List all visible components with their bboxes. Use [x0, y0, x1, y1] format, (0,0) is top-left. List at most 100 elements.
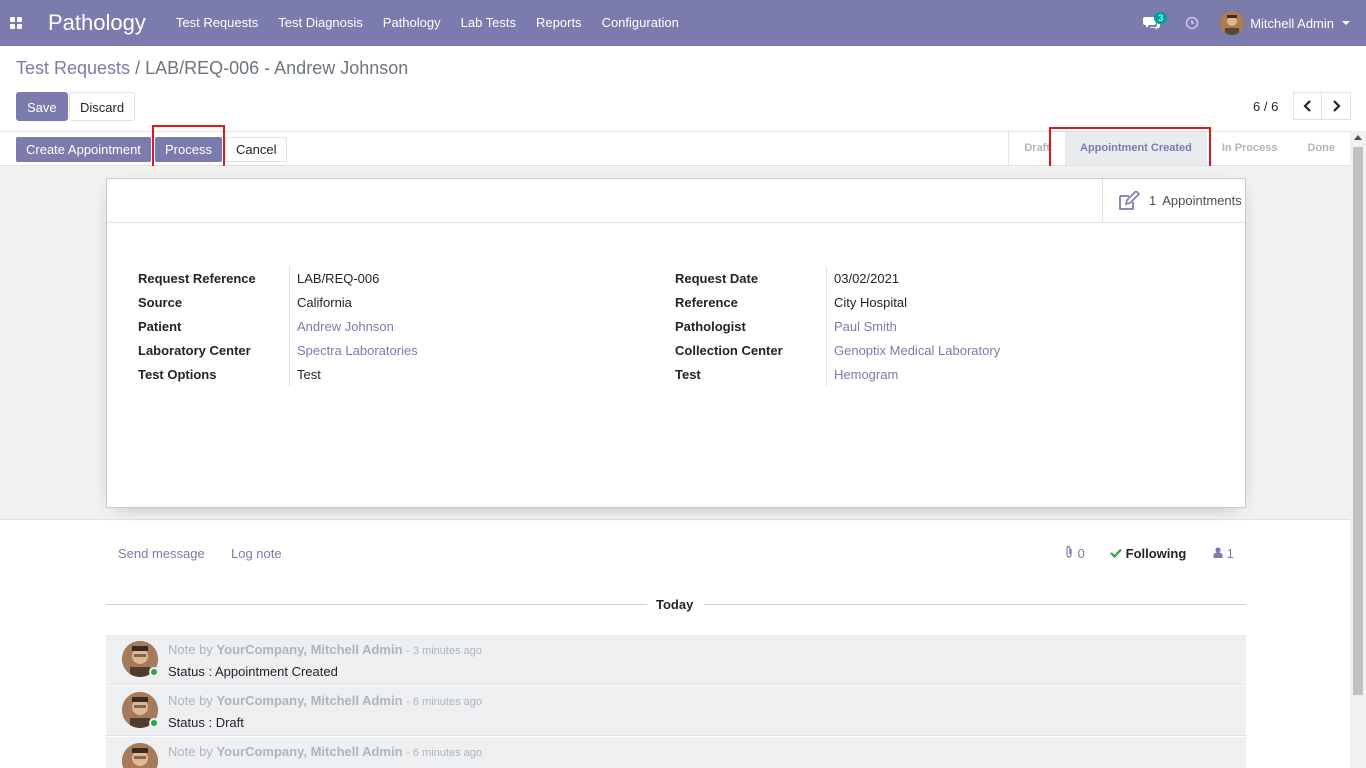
menu-test-requests[interactable]: Test Requests [166, 0, 268, 46]
fields-left: Request Reference LAB/REQ-006 Source Califo… [138, 266, 658, 386]
pager-value: 6 / 6 [1253, 99, 1279, 114]
field-label: Laboratory Center [138, 342, 251, 358]
date-separator-line-left [106, 604, 647, 605]
caret-down-icon [1342, 21, 1350, 25]
date-separator: Today [106, 595, 1246, 615]
followers-button[interactable]: 1 [1213, 546, 1234, 561]
breadcrumb: Test Requests / LAB/REQ-006 - Andrew Joh… [16, 58, 408, 79]
field-row: Collection Center Genoptix Medical Labora… [675, 338, 1235, 362]
stage-in-process[interactable]: In Process [1207, 132, 1293, 165]
following-button[interactable]: Following [1110, 546, 1186, 561]
followers-count: 1 [1226, 546, 1234, 561]
message-item: Note by YourCompany, Mitchell Admin - 3 … [106, 635, 1246, 685]
save-button[interactable]: Save [16, 92, 68, 121]
clock-icon[interactable] [1172, 0, 1212, 46]
message-header: Note by YourCompany, Mitchell Admin - 6 … [168, 693, 482, 708]
field-value[interactable]: Paul Smith [834, 319, 897, 334]
menu-test-diagnosis[interactable]: Test Diagnosis [268, 0, 373, 46]
field-label: Test [675, 366, 701, 382]
message-author[interactable]: YourCompany, Mitchell Admin [216, 744, 402, 759]
field-value: LAB/REQ-006 [297, 270, 380, 286]
scroll-up-arrow-icon[interactable] [1354, 135, 1362, 140]
message-header: Note by YourCompany, Mitchell Admin - 3 … [168, 642, 482, 657]
field-row: Reference City Hospital [675, 290, 1235, 314]
user-menu[interactable]: Mitchell Admin [1212, 11, 1366, 35]
pager-next-button[interactable] [1322, 92, 1351, 120]
field-value[interactable]: Hemogram [834, 367, 898, 382]
field-value[interactable]: Andrew Johnson [297, 319, 394, 334]
attachments-count: 0 [1077, 546, 1085, 561]
edit-icon [1119, 190, 1141, 210]
fields-right-separator [826, 266, 827, 386]
scroll-thumb[interactable] [1353, 147, 1363, 695]
send-message-button[interactable]: Send message [118, 546, 205, 561]
attachments-button[interactable]: 0 [1064, 546, 1085, 561]
paperclip-icon [1066, 546, 1072, 558]
chat-badge: 3 [1154, 12, 1168, 24]
field-row: Test Hemogram [675, 362, 1235, 386]
appointments-label: Appointments [1162, 193, 1242, 208]
cancel-button[interactable]: Cancel [225, 137, 288, 162]
field-row: Request Reference LAB/REQ-006 [138, 266, 658, 290]
message-header: Note by YourCompany, Mitchell Admin - 6 … [168, 744, 482, 759]
field-label: Reference [675, 294, 738, 310]
chat-icon[interactable]: 3 [1132, 0, 1172, 46]
field-label: Source [138, 294, 183, 310]
process-highlight-box [152, 125, 225, 169]
appointments-smart-button[interactable]: 1 Appointments [1102, 179, 1245, 222]
message-prefix: Note by [168, 744, 213, 759]
field-value: 03/02/2021 [834, 270, 900, 286]
field-row: Pathologist Paul Smith [675, 314, 1235, 338]
field-value: Test [297, 366, 321, 382]
scrollbar[interactable] [1350, 131, 1366, 768]
top-navbar: Pathology Test Requests Test Diagnosis P… [0, 0, 1366, 46]
pager-previous-button[interactable] [1293, 92, 1322, 120]
message-author[interactable]: YourCompany, Mitchell Admin [216, 642, 402, 657]
following-label: Following [1125, 546, 1187, 561]
user-avatar [1220, 11, 1245, 35]
author-avatar[interactable] [122, 743, 158, 768]
message-prefix: Note by [168, 693, 213, 708]
menu-pathology[interactable]: Pathology [373, 0, 451, 46]
log-note-button[interactable]: Log note [231, 546, 282, 561]
button-box: 1 Appointments [107, 179, 1245, 223]
field-row: Patient Andrew Johnson [138, 314, 658, 338]
create-appointment-button[interactable]: Create Appointment [16, 137, 151, 162]
field-value[interactable]: Spectra Laboratories [297, 343, 418, 358]
menu-reports[interactable]: Reports [526, 0, 592, 46]
chatter-topbar: Send message Log note 0 Following 1 [106, 540, 1246, 568]
app-brand[interactable]: Pathology [48, 10, 146, 36]
message-author[interactable]: YourCompany, Mitchell Admin [216, 693, 402, 708]
breadcrumb-parent[interactable]: Test Requests [16, 58, 130, 78]
date-separator-label: Today [656, 597, 694, 612]
date-separator-line-right [704, 604, 1246, 605]
field-label: Request Reference [138, 270, 256, 286]
field-value: California [297, 294, 352, 310]
fields-right: Request Date 03/02/2021 Reference City Hosp… [675, 266, 1235, 386]
message-prefix: Note by [168, 642, 213, 657]
pager-buttons [1293, 92, 1351, 120]
field-label: Request Date [675, 270, 759, 286]
breadcrumb-separator: / [135, 58, 141, 78]
message-body: Status : Draft [168, 715, 244, 730]
message-time: - 6 minutes ago [406, 747, 482, 759]
field-value[interactable]: Genoptix Medical Laboratory [834, 343, 1000, 358]
field-label: Pathologist [675, 318, 746, 334]
field-label: Collection Center [675, 342, 783, 358]
menu-lab-tests[interactable]: Lab Tests [451, 0, 526, 46]
field-label: Test Options [138, 366, 217, 382]
field-label: Patient [138, 318, 182, 334]
navbar-right: 3 Mitchell Admin [1132, 0, 1366, 46]
message-item: Note by YourCompany, Mitchell Admin - 6 … [106, 686, 1246, 736]
field-row: Test Options Test [138, 362, 658, 386]
apps-menu-icon[interactable] [0, 0, 32, 46]
field-row: Request Date 03/02/2021 [675, 266, 1235, 290]
discard-button[interactable]: Discard [69, 92, 136, 121]
message-body: Status : Appointment Created [168, 664, 338, 679]
field-row: Source California [138, 290, 658, 314]
field-value: City Hospital [834, 294, 907, 310]
stage-done[interactable]: Done [1293, 132, 1351, 165]
appointments-count: 1 [1149, 193, 1157, 208]
menu-configuration[interactable]: Configuration [592, 0, 689, 46]
fields-left-separator [289, 266, 290, 386]
